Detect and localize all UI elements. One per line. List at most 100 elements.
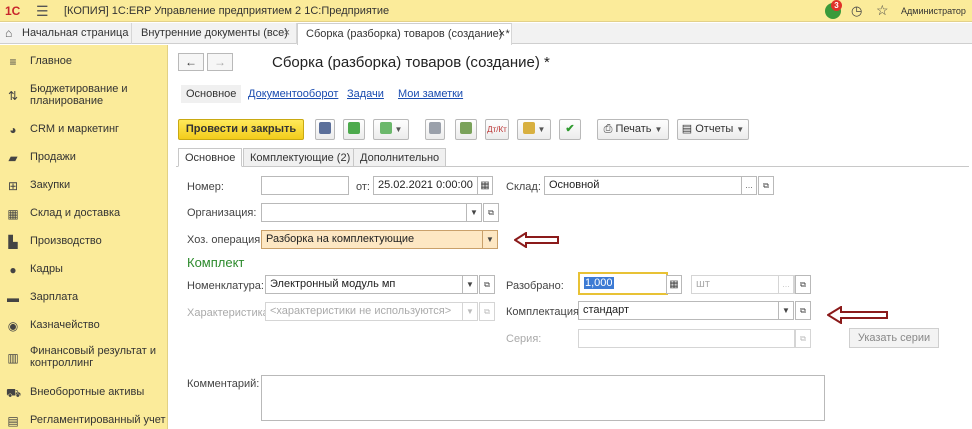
quantity-value: 1,000 bbox=[584, 277, 614, 289]
operation-field[interactable]: Разборка на комплектующие bbox=[261, 230, 483, 249]
sidebar-item-regulated-accounting[interactable]: ▤ Регламентированный учет bbox=[0, 414, 168, 428]
operation-dropdown-button[interactable]: ▼ bbox=[482, 230, 498, 249]
document-structure-icon bbox=[429, 122, 441, 134]
lines-icon: ▬ bbox=[7, 291, 19, 305]
sidebar-item-purchases[interactable]: ⊞ Закупки bbox=[0, 179, 168, 193]
sidebar-item-label: Финансовый результат и контроллинг bbox=[30, 345, 156, 369]
date-field[interactable]: 25.02.2021 0:00:00 bbox=[373, 176, 478, 195]
kit-label: Комплектация: bbox=[506, 306, 583, 318]
history-icon[interactable]: ◷ bbox=[851, 3, 862, 19]
document-form: ← → Сборка (разборка) товаров (создание)… bbox=[169, 45, 972, 429]
open-icon: ⧉ bbox=[484, 307, 490, 316]
edit-button[interactable] bbox=[455, 119, 477, 140]
date-label: от: bbox=[356, 181, 370, 193]
sidebar-item-financial-result[interactable]: ▥ Финансовый результат и контроллинг bbox=[0, 345, 168, 371]
sidebar-item-label: Зарплата bbox=[30, 291, 79, 303]
post-and-close-button[interactable]: Провести и закрыть bbox=[178, 119, 304, 140]
reports-label: Отчеты bbox=[695, 123, 734, 135]
open-icon: ⧉ bbox=[763, 181, 769, 190]
tab-internal-docs[interactable]: Внутренние документы (все) × bbox=[133, 23, 297, 44]
page-title: Сборка (разборка) товаров (создание) * bbox=[272, 54, 550, 71]
save-icon bbox=[319, 122, 331, 134]
subnav-tasks[interactable]: Задачи bbox=[347, 88, 384, 100]
sidebar-item-salary[interactable]: ▬ Зарплата bbox=[0, 291, 168, 305]
series-open-button[interactable]: ⧉ bbox=[795, 329, 811, 348]
nomenclature-open-button[interactable]: ⧉ bbox=[479, 275, 495, 294]
favorites-star-icon[interactable]: ☆ bbox=[876, 2, 889, 18]
sidebar-item-treasury[interactable]: ◉ Казначейство bbox=[0, 319, 168, 333]
close-icon[interactable]: × bbox=[499, 24, 505, 45]
warehouse-select-button[interactable]: … bbox=[741, 176, 757, 195]
pencil-icon bbox=[460, 122, 472, 134]
subnav-document-flow[interactable]: Документооборот bbox=[248, 88, 338, 100]
create-based-on-button[interactable]: ▼ bbox=[373, 119, 409, 140]
sidebar-item-warehouse[interactable]: ▦ Склад и доставка bbox=[0, 207, 168, 221]
sidebar-item-hr[interactable]: ● Кадры bbox=[0, 263, 168, 277]
characteristic-field[interactable]: <характеристики не используются> bbox=[265, 302, 463, 321]
characteristic-open-button[interactable]: ⧉ bbox=[479, 302, 495, 321]
open-icon: ⧉ bbox=[488, 208, 494, 217]
organization-field[interactable] bbox=[261, 203, 467, 222]
characteristic-dropdown-button[interactable]: ▼ bbox=[462, 302, 478, 321]
sidebar-item-production[interactable]: ▙ Производство bbox=[0, 235, 168, 249]
tab-home[interactable]: ⌂ Начальная страница bbox=[0, 23, 132, 44]
print-button[interactable]: ⎙ Печать ▼ bbox=[597, 119, 669, 140]
notifications-badge: 3 bbox=[831, 0, 842, 11]
nomenclature-field[interactable]: Электронный модуль мп bbox=[265, 275, 463, 294]
window-title: [КОПИЯ] 1С:ERP Управление предприятием 2… bbox=[64, 5, 390, 17]
close-icon[interactable]: × bbox=[284, 23, 290, 44]
reports-button[interactable]: ▤ Отчеты ▼ bbox=[677, 119, 749, 140]
structure-button[interactable] bbox=[425, 119, 445, 140]
print-label: Печать bbox=[615, 123, 652, 135]
subnav-main[interactable]: Основное bbox=[181, 85, 242, 103]
tab-components[interactable]: Комплектующие (2) bbox=[243, 148, 358, 167]
chevron-down-icon: ▼ bbox=[466, 307, 474, 316]
organization-open-button[interactable]: ⧉ bbox=[483, 203, 499, 222]
tab-assembly-doc[interactable]: Сборка (разборка) товаров (создание) * × bbox=[297, 23, 512, 45]
tab-main[interactable]: Основное bbox=[178, 148, 243, 167]
hamburger-menu-icon[interactable]: ☰ bbox=[36, 4, 49, 18]
warehouse-open-button[interactable]: ⧉ bbox=[758, 176, 774, 195]
sidebar-item-label: Закупки bbox=[30, 179, 71, 191]
number-field[interactable] bbox=[261, 176, 349, 195]
series-field[interactable] bbox=[578, 329, 795, 348]
unit-open-button[interactable]: ⧉ bbox=[795, 275, 811, 294]
user-name[interactable]: Администратор bbox=[901, 6, 966, 16]
sidebar-item-crm[interactable]: ◕ CRM и маркетинг bbox=[0, 123, 168, 137]
chevron-down-icon: ▼ bbox=[486, 235, 494, 244]
sidebar-item-label: Регламентированный учет bbox=[30, 414, 166, 426]
forward-button[interactable]: → bbox=[207, 53, 233, 71]
chevron-down-icon: ▼ bbox=[470, 208, 478, 217]
comment-textarea[interactable] bbox=[261, 375, 825, 421]
check-icon: ✔ bbox=[565, 123, 575, 135]
checkmark-button[interactable]: ✔ bbox=[559, 119, 581, 140]
chevron-down-icon: ▼ bbox=[736, 125, 745, 134]
post-button[interactable] bbox=[343, 119, 365, 140]
home-icon: ⌂ bbox=[5, 26, 13, 40]
attachments-button[interactable]: ▼ bbox=[517, 119, 551, 140]
subnav-notes[interactable]: Мои заметки bbox=[398, 88, 463, 100]
bars-icon: ▥ bbox=[7, 351, 19, 365]
sidebar-item-fixed-assets[interactable]: ⛟ Внеоборотные активы bbox=[0, 386, 168, 400]
nomenclature-dropdown-button[interactable]: ▼ bbox=[462, 275, 478, 294]
specify-series-button[interactable]: Указать серии bbox=[849, 328, 939, 348]
kit-open-button[interactable]: ⧉ bbox=[795, 301, 811, 320]
open-icon: ⧉ bbox=[800, 306, 806, 315]
dt-kt-button[interactable]: Дт/Кт bbox=[485, 119, 509, 140]
open-icon: ⧉ bbox=[800, 280, 806, 289]
kit-field[interactable]: стандарт bbox=[578, 301, 780, 320]
calculator-button[interactable]: ▦ bbox=[666, 275, 682, 294]
sections-panel: ≡ Главное ⇅ Бюджетирование и планировани… bbox=[0, 45, 168, 429]
tab-additional[interactable]: Дополнительно bbox=[353, 148, 447, 167]
organization-dropdown-button[interactable]: ▼ bbox=[466, 203, 482, 222]
warehouse-field[interactable]: Основной bbox=[544, 176, 742, 195]
unit-select-button[interactable]: … bbox=[778, 275, 794, 294]
disassembled-quantity-field[interactable]: 1,000 bbox=[578, 272, 668, 295]
kit-dropdown-button[interactable]: ▼ bbox=[778, 301, 794, 320]
sidebar-item-main[interactable]: ≡ Главное bbox=[0, 55, 168, 69]
sidebar-item-budgeting[interactable]: ⇅ Бюджетирование и планирование bbox=[0, 83, 168, 109]
sidebar-item-sales[interactable]: ▰ Продажи bbox=[0, 151, 168, 165]
save-button[interactable] bbox=[315, 119, 335, 140]
back-button[interactable]: ← bbox=[178, 53, 204, 71]
calendar-button[interactable]: ▦ bbox=[477, 176, 493, 195]
